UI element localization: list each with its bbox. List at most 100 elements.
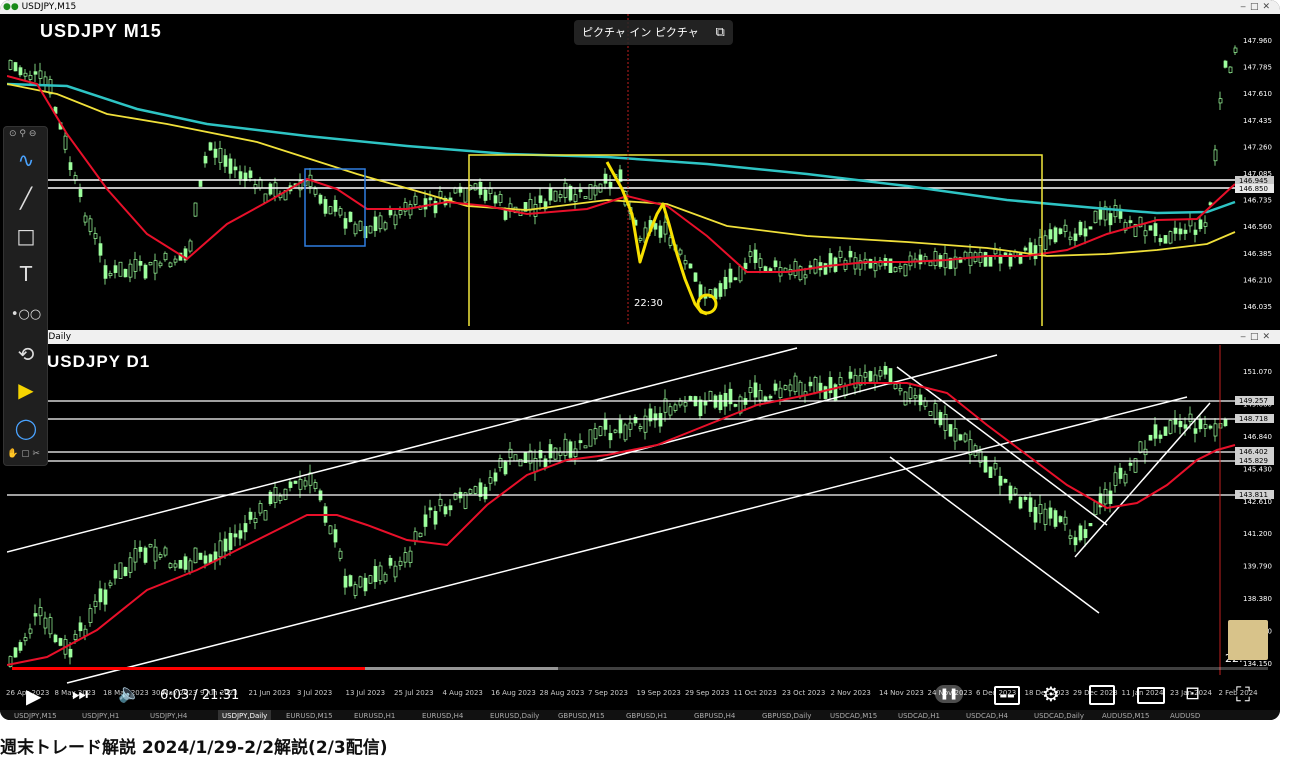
candle-body: [983, 456, 988, 473]
candle-body: [33, 71, 38, 75]
symbol-tab[interactable]: USDCAD,H1: [898, 710, 940, 720]
candle-body: [343, 575, 348, 588]
rotate-tool-icon[interactable]: ⟲: [10, 339, 42, 369]
candle-body: [658, 225, 663, 238]
candle-body: [1063, 516, 1068, 525]
candle-body: [78, 189, 83, 197]
candle-body: [13, 62, 18, 72]
candle-body: [808, 381, 813, 387]
candle-body: [638, 237, 643, 241]
candle-body: [603, 173, 608, 184]
candle-body: [953, 428, 958, 442]
d1-chart[interactable]: USDJPY D1 151.070149.660146.840145.43014…: [7, 345, 1274, 685]
theater-icon[interactable]: [1137, 687, 1165, 704]
candle-body: [223, 155, 228, 167]
pointer-tool-icon[interactable]: •○○: [10, 299, 42, 329]
candle-body: [1153, 424, 1158, 439]
d1-price-tag: 146.402: [1239, 448, 1268, 456]
volume-icon[interactable]: 🔈: [118, 683, 140, 704]
symbol-tab[interactable]: EURUSD,M15: [286, 710, 333, 720]
candle-body: [73, 633, 78, 640]
miniplayer-icon[interactable]: [1089, 685, 1115, 705]
price-axis-label: 147.610: [1243, 90, 1272, 98]
candle-body: [733, 404, 738, 407]
freehand-tool-icon[interactable]: ∿: [10, 145, 42, 175]
candle-body: [248, 511, 253, 520]
m15-chart[interactable]: 22:30 USDJPY M15 147.960 147.785 147.610 14…: [7, 14, 1274, 326]
candle-body: [158, 554, 163, 558]
symbol-tab[interactable]: USDJPY,H1: [82, 710, 119, 720]
symbol-tab[interactable]: GBPUSD,H4: [694, 710, 735, 720]
candle-body: [933, 251, 938, 266]
candle-body: [543, 458, 548, 468]
symbol-tab[interactable]: EURUSD,H1: [354, 710, 395, 720]
candle-body: [948, 424, 953, 437]
candle-body: [1018, 497, 1023, 509]
play-tool-icon[interactable]: ▶: [10, 375, 42, 405]
candle-body: [408, 204, 413, 216]
symbol-tab[interactable]: USDJPY,H4: [150, 710, 187, 720]
candle-body: [1113, 205, 1118, 218]
next-icon[interactable]: ⏭: [72, 684, 88, 705]
toolbar-header-icons: ⊙ ⚲ ⊖: [9, 129, 37, 139]
price-axis-label: 147.435: [1243, 117, 1272, 125]
candle-body: [228, 532, 233, 550]
candle-body: [1053, 510, 1058, 527]
fullscreen-icon[interactable]: ⛶: [1236, 682, 1250, 706]
pause-icon[interactable]: ❚❚: [935, 685, 963, 703]
subtitles-icon[interactable]: ▬▬: [994, 686, 1020, 705]
candle-body: [568, 441, 573, 458]
symbol-tab[interactable]: USDCAD,M15: [830, 710, 877, 720]
symbol-tab[interactable]: USDCAD,H4: [966, 710, 1008, 720]
gear-icon[interactable]: ⚙: [1042, 682, 1060, 706]
candle-body: [178, 559, 183, 569]
candle-body: [1003, 479, 1008, 483]
candle-body: [18, 642, 23, 651]
candle-body: [723, 276, 728, 290]
candle-body: [1123, 473, 1128, 484]
progress-bar[interactable]: [12, 667, 1268, 670]
candle-body: [878, 370, 883, 377]
symbol-tab[interactable]: AUDUSD,M15: [1102, 710, 1149, 720]
candle-body: [103, 265, 108, 279]
candle-body: [1053, 227, 1058, 243]
candle-body: [838, 377, 843, 385]
channel-avatar[interactable]: [1228, 620, 1268, 660]
candle-body: [428, 507, 433, 511]
symbol-tab[interactable]: EURUSD,Daily: [490, 710, 539, 720]
candle-body: [1083, 529, 1088, 538]
top-window-titlebar[interactable]: ●● USDJPY,M15 ‒□✕: [0, 0, 1280, 14]
cast-icon[interactable]: ⊡: [1185, 683, 1200, 704]
price-axis-label: 147.960: [1243, 37, 1272, 45]
symbol-tab[interactable]: AUDUSD: [1170, 710, 1200, 720]
top-window-controls[interactable]: ‒□✕: [1240, 0, 1274, 14]
date-axis-label: 3 Jul 2023: [297, 689, 333, 697]
symbol-tab[interactable]: GBPUSD,M15: [558, 710, 605, 720]
video-player[interactable]: ●● USDJPY,M15 ‒□✕ 22:30 USDJPY M15 147.9…: [0, 0, 1280, 720]
symbol-tab[interactable]: USDJPY,Daily: [218, 710, 272, 720]
line-tool-icon[interactable]: ╱: [10, 183, 42, 213]
rectangle-tool-icon[interactable]: □: [10, 221, 42, 251]
timer-tool-icon[interactable]: ◯: [10, 413, 42, 443]
text-tool-icon[interactable]: T: [10, 259, 42, 289]
candle-body: [868, 258, 873, 269]
symbol-tab[interactable]: USDJPY,M15: [14, 710, 57, 720]
symbol-tab[interactable]: GBPUSD,Daily: [762, 710, 811, 720]
candle-body: [1108, 213, 1113, 226]
candle-body: [493, 472, 498, 482]
symbol-tab[interactable]: GBPUSD,H1: [626, 710, 667, 720]
candle-body: [693, 272, 698, 282]
candle-body: [418, 532, 423, 537]
candle-body: [558, 194, 563, 199]
picture-in-picture-button[interactable]: ピクチャ イン ピクチャ ⧉: [574, 20, 733, 45]
play-icon[interactable]: ▶: [26, 684, 41, 708]
bottom-window-controls[interactable]: ‒□✕: [1240, 330, 1274, 344]
price-axis-label: 146.560: [1243, 223, 1272, 231]
candle-body: [823, 386, 828, 399]
candle-body: [583, 445, 588, 449]
bottom-window-titlebar[interactable]: Y,Daily ‒□✕: [40, 330, 1280, 344]
symbol-tab[interactable]: USDCAD,Daily: [1034, 710, 1084, 720]
candle-body: [338, 208, 343, 216]
symbol-tab[interactable]: EURUSD,H4: [422, 710, 463, 720]
candle-body: [38, 607, 43, 617]
